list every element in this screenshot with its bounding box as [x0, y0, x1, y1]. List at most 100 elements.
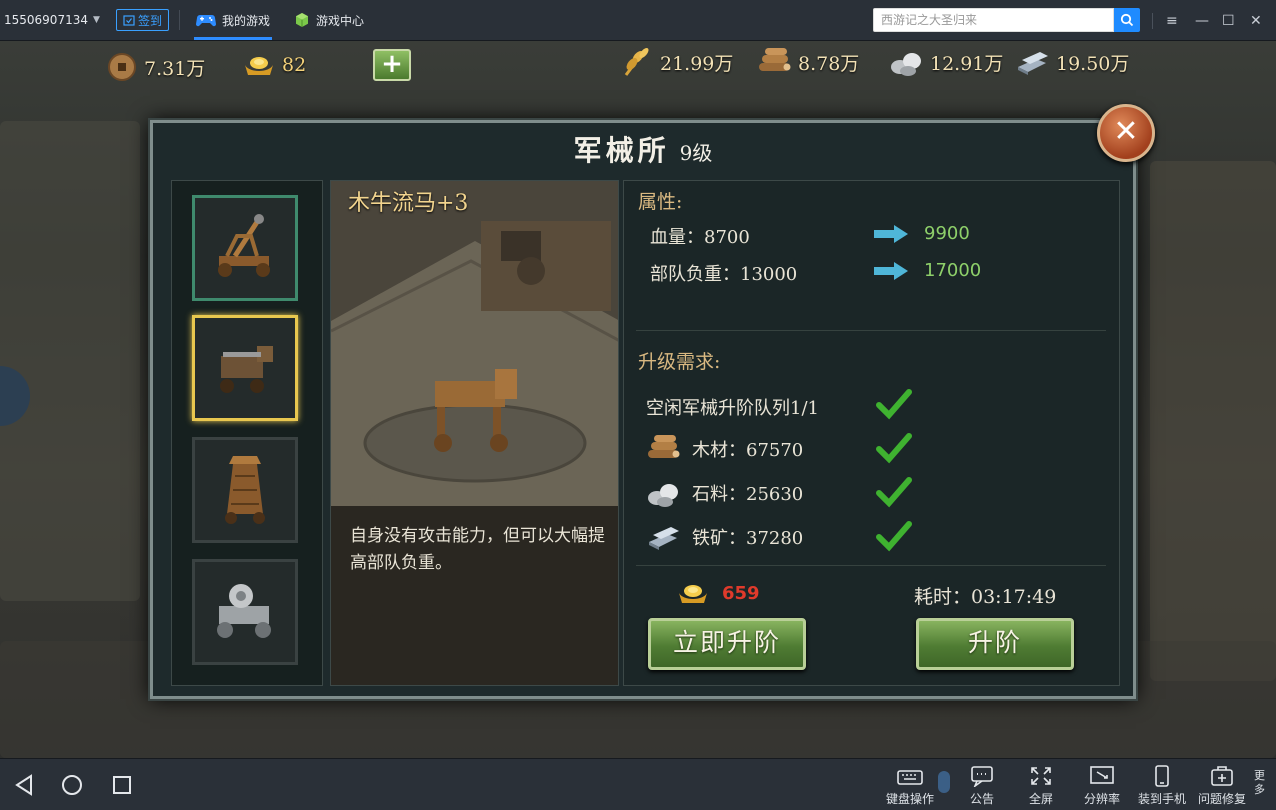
maximize-icon[interactable]: ☐	[1222, 0, 1235, 41]
upgrade-time: 耗时：03:17:49	[914, 586, 1057, 608]
tool-label: 全屏	[1028, 792, 1053, 806]
equipment-slot-siege-tower[interactable]	[192, 437, 298, 543]
stone-resource: 12.91万	[888, 45, 1003, 79]
back-icon[interactable]	[12, 773, 36, 797]
iron-amount: 19.50万	[1056, 52, 1130, 75]
tool-label: 公告	[969, 792, 994, 806]
tab-game-center[interactable]: 游戏中心	[288, 0, 370, 41]
background-scenery	[0, 121, 140, 601]
mouse-icon	[938, 771, 950, 793]
equipment-slot-battering-car[interactable]	[192, 559, 298, 665]
catapult-icon	[218, 214, 270, 277]
attr-load: 部队负重：13000	[650, 264, 798, 285]
background-scenery	[1150, 161, 1276, 681]
install-to-phone-button[interactable]: 装到手机	[1132, 765, 1192, 807]
instant-cost: 659	[722, 583, 760, 604]
checkmark-icon	[876, 389, 912, 420]
equipment-name: 木牛流马+3	[348, 191, 469, 216]
req-stone-label: 石料：25630	[692, 484, 804, 505]
wood-amount: 8.78万	[798, 52, 860, 75]
gamepad-icon	[196, 15, 217, 27]
armory-dialog: 军械所 9级 木牛流马+3 自身没有攻击能力，但可以大幅提高部队负重。 属性: …	[150, 120, 1136, 699]
req-wood-label: 木材：67570	[692, 440, 804, 461]
stone-icon	[891, 53, 921, 76]
wooden-ox-icon	[220, 346, 273, 393]
req-queue-label: 空闲军械升阶队列1/1	[646, 398, 819, 419]
checkmark-icon	[876, 477, 912, 508]
menu-icon[interactable]: ≡	[1166, 0, 1178, 41]
tool-label: 键盘操作	[885, 792, 934, 806]
copper-coin-icon	[108, 53, 136, 81]
iron-resource: 19.50万	[1014, 45, 1129, 79]
user-id[interactable]: 15506907134	[4, 13, 88, 27]
divider	[636, 330, 1106, 331]
message-icon	[971, 766, 993, 787]
dialog-title: 军械所 9级	[153, 129, 1133, 169]
fullscreen-button[interactable]: 全屏	[1011, 765, 1071, 807]
checkin-button[interactable]: 签到	[116, 9, 170, 31]
recents-icon[interactable]	[110, 773, 134, 797]
game-viewport[interactable]: 7.31万 82 + 21.99万 8.78万 12.91万 19.50万 军械…	[0, 41, 1276, 758]
workshop-scene-image	[331, 181, 618, 511]
user-account[interactable]: 15506907134 ▼	[0, 13, 110, 27]
gold-ingot-icon	[245, 57, 273, 75]
repair-button[interactable]: 问题修复	[1192, 765, 1252, 807]
req-iron: 铁矿：37280	[644, 520, 803, 554]
divider	[179, 10, 181, 30]
building-level: 9级	[679, 141, 713, 165]
keyboard-control-button[interactable]: 键盘操作	[880, 765, 940, 807]
equipment-list	[171, 180, 323, 686]
home-icon[interactable]	[60, 773, 84, 797]
iron-icon	[649, 527, 679, 550]
announcement-button[interactable]: 公告	[952, 765, 1012, 807]
req-stone: 石料：25630	[644, 476, 803, 510]
instant-upgrade-button[interactable]: 立即升阶	[648, 618, 806, 670]
bottom-bar: 键盘操作 公告 全屏 分辨率 装到手机 问题修复 更多	[0, 758, 1276, 810]
resolution-icon	[1090, 766, 1114, 784]
cube-icon	[296, 13, 309, 27]
calendar-check-icon	[123, 15, 135, 26]
resolution-button[interactable]: 分辨率	[1072, 765, 1132, 807]
search-button[interactable]	[1114, 8, 1140, 32]
search-icon	[1120, 13, 1134, 27]
keyboard-icon	[897, 770, 923, 785]
search-input[interactable]: 西游记之大圣归来	[873, 8, 1114, 32]
equipment-slot-wooden-ox[interactable]	[192, 315, 298, 421]
attr-hp-next: 9900	[924, 223, 970, 244]
grain-resource: 21.99万	[620, 45, 733, 79]
top-bar: 15506907134 ▼ 签到 我的游戏 游戏中心 西游记之大圣归来 ≡ — …	[0, 0, 1276, 41]
checkmark-icon	[876, 521, 912, 552]
req-wood: 木材：67570	[644, 432, 803, 466]
upgrade-info: 属性: 血量：8700 9900 部队负重：13000 17000 升级需求: …	[623, 180, 1120, 686]
grain-amount: 21.99万	[660, 52, 734, 75]
first-aid-icon	[1211, 766, 1233, 786]
stone-amount: 12.91万	[930, 52, 1004, 75]
wood-icon	[648, 435, 680, 458]
wood-resource: 8.78万	[756, 45, 859, 79]
tab-label: 我的游戏	[222, 13, 271, 28]
equipment-slot-catapult[interactable]	[192, 195, 298, 301]
close-dialog-button[interactable]: ✕	[1097, 104, 1155, 162]
tab-label: 游戏中心	[316, 13, 365, 28]
equipment-preview: 木牛流马+3 自身没有攻击能力，但可以大幅提高部队负重。	[330, 180, 619, 686]
tab-my-games[interactable]: 我的游戏	[190, 0, 276, 41]
ingot-amount: 82	[282, 54, 307, 76]
equipment-description: 自身没有攻击能力，但可以大幅提高部队负重。	[350, 526, 605, 573]
close-icon[interactable]: ✕	[1250, 0, 1262, 41]
chevron-down-icon[interactable]: ▼	[93, 15, 100, 25]
copper-amount: 7.31万	[144, 57, 206, 80]
attr-load-next: 17000	[924, 260, 982, 281]
divider	[1152, 0, 1153, 41]
minimize-icon[interactable]: —	[1195, 0, 1209, 41]
req-iron-label: 铁矿：37280	[692, 528, 804, 549]
copper-resource: 7.31万	[106, 51, 205, 83]
battering-car-icon	[217, 584, 271, 638]
attributes-header: 属性:	[638, 191, 683, 213]
add-ingot-button[interactable]: +	[373, 49, 411, 81]
tool-label: 问题修复	[1197, 792, 1246, 806]
upgrade-button[interactable]: 升阶	[916, 618, 1074, 670]
wood-icon	[759, 48, 791, 71]
more-button[interactable]: 更多	[1254, 769, 1268, 797]
req-queue: 空闲军械升阶队列1/1	[646, 394, 819, 420]
gold-ingot-icon	[679, 585, 707, 603]
